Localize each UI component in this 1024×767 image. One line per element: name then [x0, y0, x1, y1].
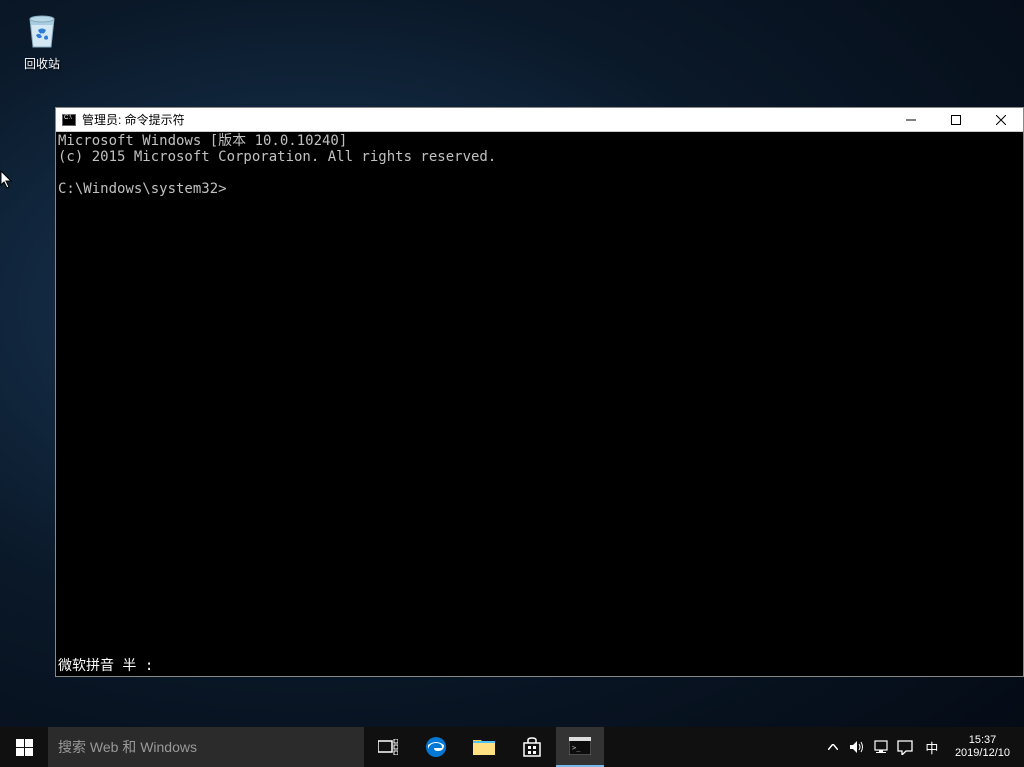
network-icon	[873, 740, 889, 754]
tray-chevron-button[interactable]	[821, 727, 845, 767]
task-view-button[interactable]	[364, 727, 412, 767]
ime-indicator[interactable]: 中	[917, 727, 947, 767]
start-button[interactable]	[0, 727, 48, 767]
task-view-icon	[378, 739, 398, 755]
maximize-button[interactable]	[933, 108, 978, 131]
minimize-button[interactable]	[888, 108, 933, 131]
recycle-bin-label: 回收站	[12, 55, 72, 72]
clock-time: 15:37	[955, 734, 1010, 747]
window-title: 管理员: 命令提示符	[82, 111, 185, 128]
cmd-blank-line	[58, 165, 1021, 181]
cmd-prompt: C:\Windows\system32>	[58, 181, 1021, 197]
recycle-bin-desktop-icon[interactable]: 回收站	[12, 5, 72, 72]
cmd-taskbar-button[interactable]: >_	[556, 727, 604, 767]
close-button[interactable]	[978, 108, 1023, 131]
chevron-up-icon	[828, 744, 838, 750]
title-left: 管理员: 命令提示符	[56, 111, 185, 128]
clock-date: 2019/12/10	[955, 747, 1010, 760]
search-input[interactable]	[58, 739, 354, 755]
edge-icon	[424, 735, 448, 759]
volume-button[interactable]	[845, 727, 869, 767]
windows-logo-icon	[16, 739, 33, 756]
volume-icon	[849, 740, 865, 754]
folder-icon	[472, 737, 496, 757]
cmd-window: 管理员: 命令提示符 Microsoft Windows [版本 10.0.10…	[55, 107, 1024, 677]
cmd-body[interactable]: Microsoft Windows [版本 10.0.10240] (c) 20…	[56, 132, 1023, 676]
window-controls	[888, 108, 1023, 131]
cmd-app-icon	[62, 114, 76, 126]
taskbar: >_ 中 15:37 2019/12/10	[0, 727, 1024, 767]
cmd-taskbar-icon: >_	[569, 737, 591, 755]
system-tray: 中 15:37 2019/12/10	[821, 727, 1024, 767]
search-box[interactable]	[48, 727, 364, 767]
svg-text:>_: >_	[572, 744, 581, 752]
ime-label: 中	[925, 738, 938, 757]
cmd-output-line: (c) 2015 Microsoft Corporation. All righ…	[58, 149, 1021, 165]
edge-browser-button[interactable]	[412, 727, 460, 767]
mouse-cursor	[0, 170, 16, 190]
ime-status-text: 微软拼音 半 :	[58, 658, 153, 674]
title-bar[interactable]: 管理员: 命令提示符	[56, 108, 1023, 132]
clock[interactable]: 15:37 2019/12/10	[947, 734, 1018, 760]
store-button[interactable]	[508, 727, 556, 767]
store-icon	[521, 736, 543, 758]
network-button[interactable]	[869, 727, 893, 767]
action-center-button[interactable]	[893, 727, 917, 767]
taskbar-items: >_	[364, 727, 604, 767]
file-explorer-button[interactable]	[460, 727, 508, 767]
cmd-output-line: Microsoft Windows [版本 10.0.10240]	[58, 133, 1021, 149]
recycle-bin-icon	[18, 5, 66, 53]
notification-icon	[897, 740, 913, 755]
